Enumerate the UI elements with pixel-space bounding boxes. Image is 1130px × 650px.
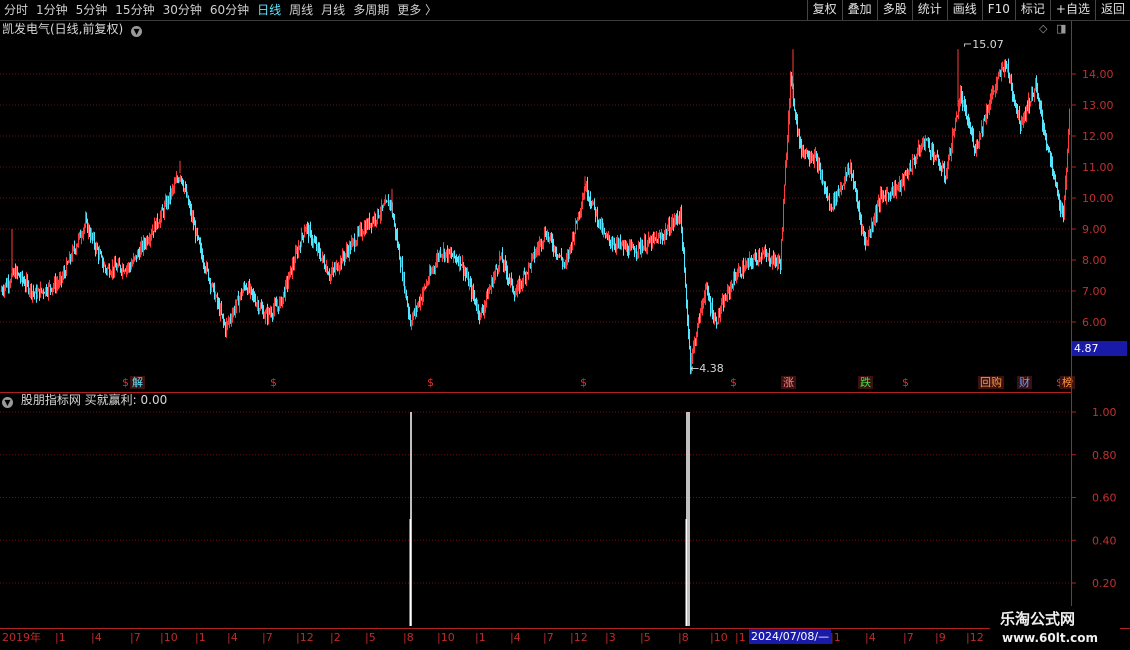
date-tick-label: |7 <box>262 631 273 644</box>
high-price-label: ⌐15.07 <box>963 38 1004 51</box>
event-marker[interactable]: 涨 <box>781 376 796 389</box>
cursor-date: 2024/07/08/— <box>749 629 832 644</box>
toolbar-button[interactable]: 返回 <box>1094 0 1130 20</box>
date-tick-label: |9 <box>935 631 946 644</box>
indicator-tick-label: 0.80 <box>1092 449 1117 462</box>
date-tick-label: |1 <box>830 631 841 644</box>
period-toolbar: 分时 1分钟 5分钟 15分钟 30分钟 60分钟 日线 周线 月线 多周期 更多 〉 复权 叠加 多股… <box>0 0 1130 21</box>
event-marker[interactable]: 解 <box>130 376 145 389</box>
period-tab[interactable]: 更多 〉 <box>393 0 441 20</box>
period-tab[interactable]: 30分钟 <box>159 0 206 20</box>
period-tab[interactable]: 周线 <box>285 0 317 20</box>
date-tick-label: |4 <box>865 631 876 644</box>
date-tick-label: |4 <box>91 631 102 644</box>
stock-title: 凯发电气(日线,前复权) <box>2 22 124 36</box>
date-tick-label: |8 <box>403 631 414 644</box>
period-tab[interactable]: 1分钟 <box>32 0 72 20</box>
toolbar-button[interactable]: 标记 <box>1014 0 1050 20</box>
event-marker[interactable]: 榜 <box>1060 376 1075 389</box>
indicator-tick-label: 0.60 <box>1092 492 1117 505</box>
event-marker[interactable]: $ <box>578 376 589 389</box>
date-tick-label: |1 <box>55 631 66 644</box>
period-tab[interactable]: 多周期 <box>349 0 393 20</box>
action-buttons: 复权 叠加 多股 统计 画线 F10 标记 +自选 返回 <box>806 0 1130 20</box>
indicator-tick-label: 1.00 <box>1092 406 1117 419</box>
date-tick-label: |1 <box>735 631 746 644</box>
diamond-icon[interactable]: ◇ <box>1039 22 1047 35</box>
price-tick-label: 14.00 <box>1082 68 1114 81</box>
event-marker[interactable]: $ <box>728 376 739 389</box>
chevron-down-icon[interactable]: ▼ <box>131 26 143 37</box>
date-tick-label: |7 <box>543 631 554 644</box>
toolbar-button[interactable]: 画线 <box>946 0 982 20</box>
period-tab[interactable]: 15分钟 <box>111 0 158 20</box>
date-tick-label: |1 <box>195 631 206 644</box>
axis-line <box>1071 21 1072 625</box>
chart-title-bar: 凯发电气(日线,前复权) ▼ <box>2 21 143 37</box>
indicator-tick-label: 0.20 <box>1092 577 1117 590</box>
date-tick-label: 2019年 <box>2 631 41 644</box>
date-tick-label: |7 <box>903 631 914 644</box>
toolbar-button[interactable]: 复权 <box>806 0 842 20</box>
date-tick-label: |12 <box>570 631 588 644</box>
date-tick-label: |4 <box>227 631 238 644</box>
event-marker[interactable]: $ <box>268 376 279 389</box>
toolbar-button[interactable]: 叠加 <box>841 0 877 20</box>
date-tick-label: |4 <box>510 631 521 644</box>
period-tab[interactable]: 日线 <box>253 0 285 20</box>
event-marker[interactable]: 跌 <box>858 376 873 389</box>
window-toggle-icon[interactable]: ◨ <box>1056 22 1066 35</box>
date-tick-label: |1 <box>475 631 486 644</box>
event-marker[interactable]: $ <box>425 376 436 389</box>
current-price-tag: 4.87 <box>1071 341 1127 356</box>
date-tick-label: |2 <box>330 631 341 644</box>
event-marker[interactable]: 回购 <box>978 376 1004 389</box>
date-tick-label: |10 <box>710 631 728 644</box>
event-marker[interactable]: $ <box>900 376 911 389</box>
event-marker[interactable]: 财 <box>1017 376 1032 389</box>
price-tick-label: 13.00 <box>1082 99 1114 112</box>
period-tab[interactable]: 分时 <box>0 0 32 20</box>
indicator-chart[interactable] <box>0 394 1071 628</box>
date-tick-label: |10 <box>160 631 178 644</box>
price-tick-label: 6.00 <box>1082 316 1107 329</box>
period-tabs: 分时 1分钟 5分钟 15分钟 30分钟 60分钟 日线 周线 月线 多周期 更多 〉 <box>0 0 441 20</box>
low-price-label: ←4.38 <box>690 362 724 375</box>
period-tab[interactable]: 月线 <box>317 0 349 20</box>
price-tick-label: 9.00 <box>1082 223 1107 236</box>
candlestick-chart[interactable]: ⌐15.07 ←4.38 <box>0 38 1071 390</box>
date-tick-label: |12 <box>966 631 984 644</box>
toolbar-button[interactable]: +自选 <box>1049 0 1095 20</box>
period-tab[interactable]: 5分钟 <box>72 0 112 20</box>
watermark-title: 乐淘公式网 <box>1000 610 1076 628</box>
price-tick-label: 8.00 <box>1082 254 1107 267</box>
price-tick-label: 12.00 <box>1082 130 1114 143</box>
price-tick-label: 11.00 <box>1082 161 1114 174</box>
price-axis: 14.00 13.00 12.00 11.00 10.00 9.00 8.00 7.00 6.0… <box>1071 68 1117 590</box>
price-tick-label: 10.00 <box>1082 192 1114 205</box>
date-tick-label: |3 <box>605 631 616 644</box>
date-tick-label: |12 <box>296 631 314 644</box>
date-tick-label: |5 <box>640 631 651 644</box>
date-tick-label: |7 <box>130 631 141 644</box>
date-tick-label: |5 <box>365 631 376 644</box>
indicator-tick-label: 0.40 <box>1092 534 1117 547</box>
watermark-url: www.60lt.com <box>1002 631 1099 645</box>
date-tick-label: |10 <box>437 631 455 644</box>
date-tick-label: |8 <box>678 631 689 644</box>
date-axis-line <box>0 628 1130 629</box>
date-axis: 2019年 |1 |4 |7 |10 |1 |4 |7 |12 |2 |5 |8 |10 |1 |4 |7 |1… <box>0 630 984 646</box>
toolbar-button[interactable]: F10 <box>981 0 1015 20</box>
toolbar-button[interactable]: 多股 <box>876 0 912 20</box>
period-tab[interactable]: 60分钟 <box>206 0 253 20</box>
toolbar-button[interactable]: 统计 <box>911 0 947 20</box>
price-tick-label: 7.00 <box>1082 285 1107 298</box>
